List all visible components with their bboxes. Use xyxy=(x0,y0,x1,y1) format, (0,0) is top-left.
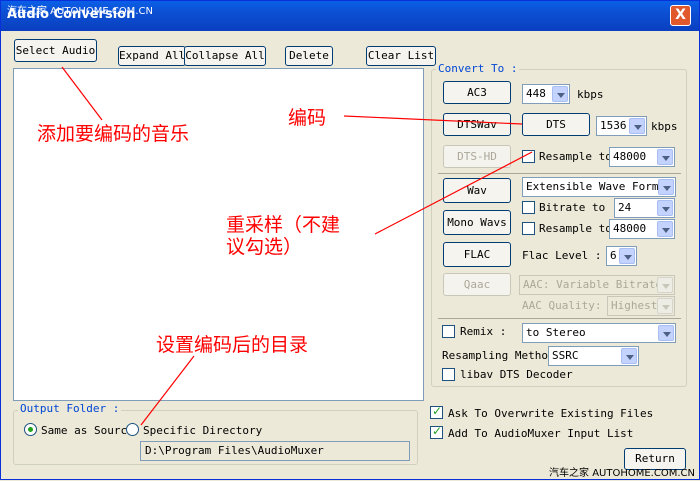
output-folder-label: Output Folder : xyxy=(18,402,122,415)
select-audio-button[interactable]: Select Audio xyxy=(14,39,97,62)
same-as-source-label: Same as Source xyxy=(41,424,134,437)
resample-label-2: Resample to xyxy=(539,222,612,235)
output-path-field[interactable]: D:\Program Files\AudioMuxer xyxy=(140,441,410,461)
chevron-down-icon xyxy=(629,118,645,134)
bitrate-label: Bitrate to : xyxy=(539,201,619,214)
annotation-encode: 编码 xyxy=(288,107,327,129)
divider-2 xyxy=(438,318,681,319)
resample-select-2[interactable]: 48000 xyxy=(609,219,675,239)
flac-level-label: Flac Level : xyxy=(522,249,602,262)
title-bar[interactable]: Audio Conversion 汽车之家 AUTOHOME.COM.CN X xyxy=(1,1,699,31)
resampling-method-select[interactable]: SSRC xyxy=(548,346,639,366)
expand-all-button[interactable]: Expand All xyxy=(118,46,186,66)
same-as-source-radio[interactable] xyxy=(24,423,37,436)
libav-label: libav DTS Decoder xyxy=(460,368,573,381)
wav-button[interactable]: Wav xyxy=(443,178,511,203)
chevron-down-icon xyxy=(657,200,673,216)
bitrate-select[interactable]: 24 xyxy=(614,198,675,218)
aac-quality-value: Highest xyxy=(611,299,658,312)
specific-directory-label: Specific Directory xyxy=(143,424,263,437)
bitrate-checkbox[interactable] xyxy=(522,201,535,214)
resampling-method-value: SSRC xyxy=(552,349,579,362)
resample-label-1: Resample to xyxy=(539,150,612,163)
chevron-down-icon xyxy=(658,179,674,195)
chevron-down-icon xyxy=(657,298,673,314)
close-button[interactable]: X xyxy=(670,5,691,26)
qaac-button[interactable]: Qaac xyxy=(443,273,511,296)
dts-bitrate-select[interactable]: 1536 xyxy=(596,116,647,136)
ac3-button[interactable]: AC3 xyxy=(443,81,511,104)
aac-mode-value: AAC: Variable Bitrate xyxy=(523,278,663,291)
bitrate-value: 24 xyxy=(618,201,632,214)
watermark-bottom: 汽车之家 AUTOHOME.COM.CN xyxy=(549,468,695,479)
divider-1 xyxy=(438,173,681,174)
wav-format-value: Extensible Wave Format xyxy=(526,180,672,193)
libav-checkbox[interactable] xyxy=(442,368,455,381)
chevron-down-icon xyxy=(619,248,635,264)
remix-label: Remix : xyxy=(460,325,507,338)
resample-value-2: 48000 xyxy=(613,222,647,235)
annotation-add-music: 添加要编码的音乐 xyxy=(37,123,190,145)
add-to-input-label: Add To AudioMuxer Input List xyxy=(448,427,634,440)
chevron-down-icon xyxy=(657,149,673,165)
watermark-top: 汽车之家 AUTOHOME.COM.CN xyxy=(7,6,153,17)
specific-directory-radio[interactable] xyxy=(126,423,139,436)
aac-quality-label: AAC Quality: xyxy=(522,299,602,312)
collapse-all-button[interactable]: Collapse All xyxy=(184,46,266,66)
remix-checkbox[interactable] xyxy=(442,325,455,338)
flac-button[interactable]: FLAC xyxy=(443,242,511,267)
dts-button[interactable]: DTS xyxy=(522,113,590,136)
ac3-bitrate-select[interactable]: 448 xyxy=(522,84,570,104)
convert-to-label: Convert To : xyxy=(436,62,520,75)
dts-bitrate-value: 1536 xyxy=(600,119,627,132)
clear-list-button[interactable]: Clear List xyxy=(366,46,436,66)
kbps-label-2: kbps xyxy=(651,120,678,133)
aac-quality-select[interactable]: Highest xyxy=(607,296,675,316)
annotation-resample-line2: 议勾选） xyxy=(226,236,303,258)
resample-select-1[interactable]: 48000 xyxy=(609,147,675,167)
kbps-label-1: kbps xyxy=(577,88,604,101)
mono-wavs-button[interactable]: Mono Wavs xyxy=(443,210,511,235)
chevron-down-icon xyxy=(658,325,674,341)
dtshd-button[interactable]: DTS-HD xyxy=(443,145,511,168)
remix-select[interactable]: to Stereo xyxy=(522,323,676,343)
wav-format-select[interactable]: Extensible Wave Format xyxy=(522,177,676,197)
audio-conversion-window: Audio Conversion 汽车之家 AUTOHOME.COM.CN X … xyxy=(0,0,700,480)
chevron-down-icon xyxy=(621,348,637,364)
chevron-down-icon xyxy=(552,86,568,102)
resample-checkbox-1[interactable] xyxy=(522,150,535,163)
flac-level-select[interactable]: 6 xyxy=(606,246,637,266)
flac-level-value: 6 xyxy=(610,249,617,262)
remix-value: to Stereo xyxy=(526,326,586,339)
resampling-method-label: Resampling Method xyxy=(442,349,555,362)
ask-overwrite-checkbox[interactable] xyxy=(430,404,443,419)
dtswav-button[interactable]: DTSWav xyxy=(443,113,511,136)
resample-checkbox-2[interactable] xyxy=(522,222,535,235)
chevron-down-icon xyxy=(657,277,673,293)
ask-overwrite-label: Ask To Overwrite Existing Files xyxy=(448,407,654,420)
chevron-down-icon xyxy=(657,221,673,237)
resample-value-1: 48000 xyxy=(613,150,647,163)
annotation-output-dir: 设置编码后的目录 xyxy=(156,334,309,356)
ac3-bitrate-value: 448 xyxy=(526,87,546,100)
delete-button[interactable]: Delete xyxy=(285,46,333,66)
add-to-input-checkbox[interactable] xyxy=(430,424,443,439)
aac-mode-select[interactable]: AAC: Variable Bitrate xyxy=(519,275,675,295)
